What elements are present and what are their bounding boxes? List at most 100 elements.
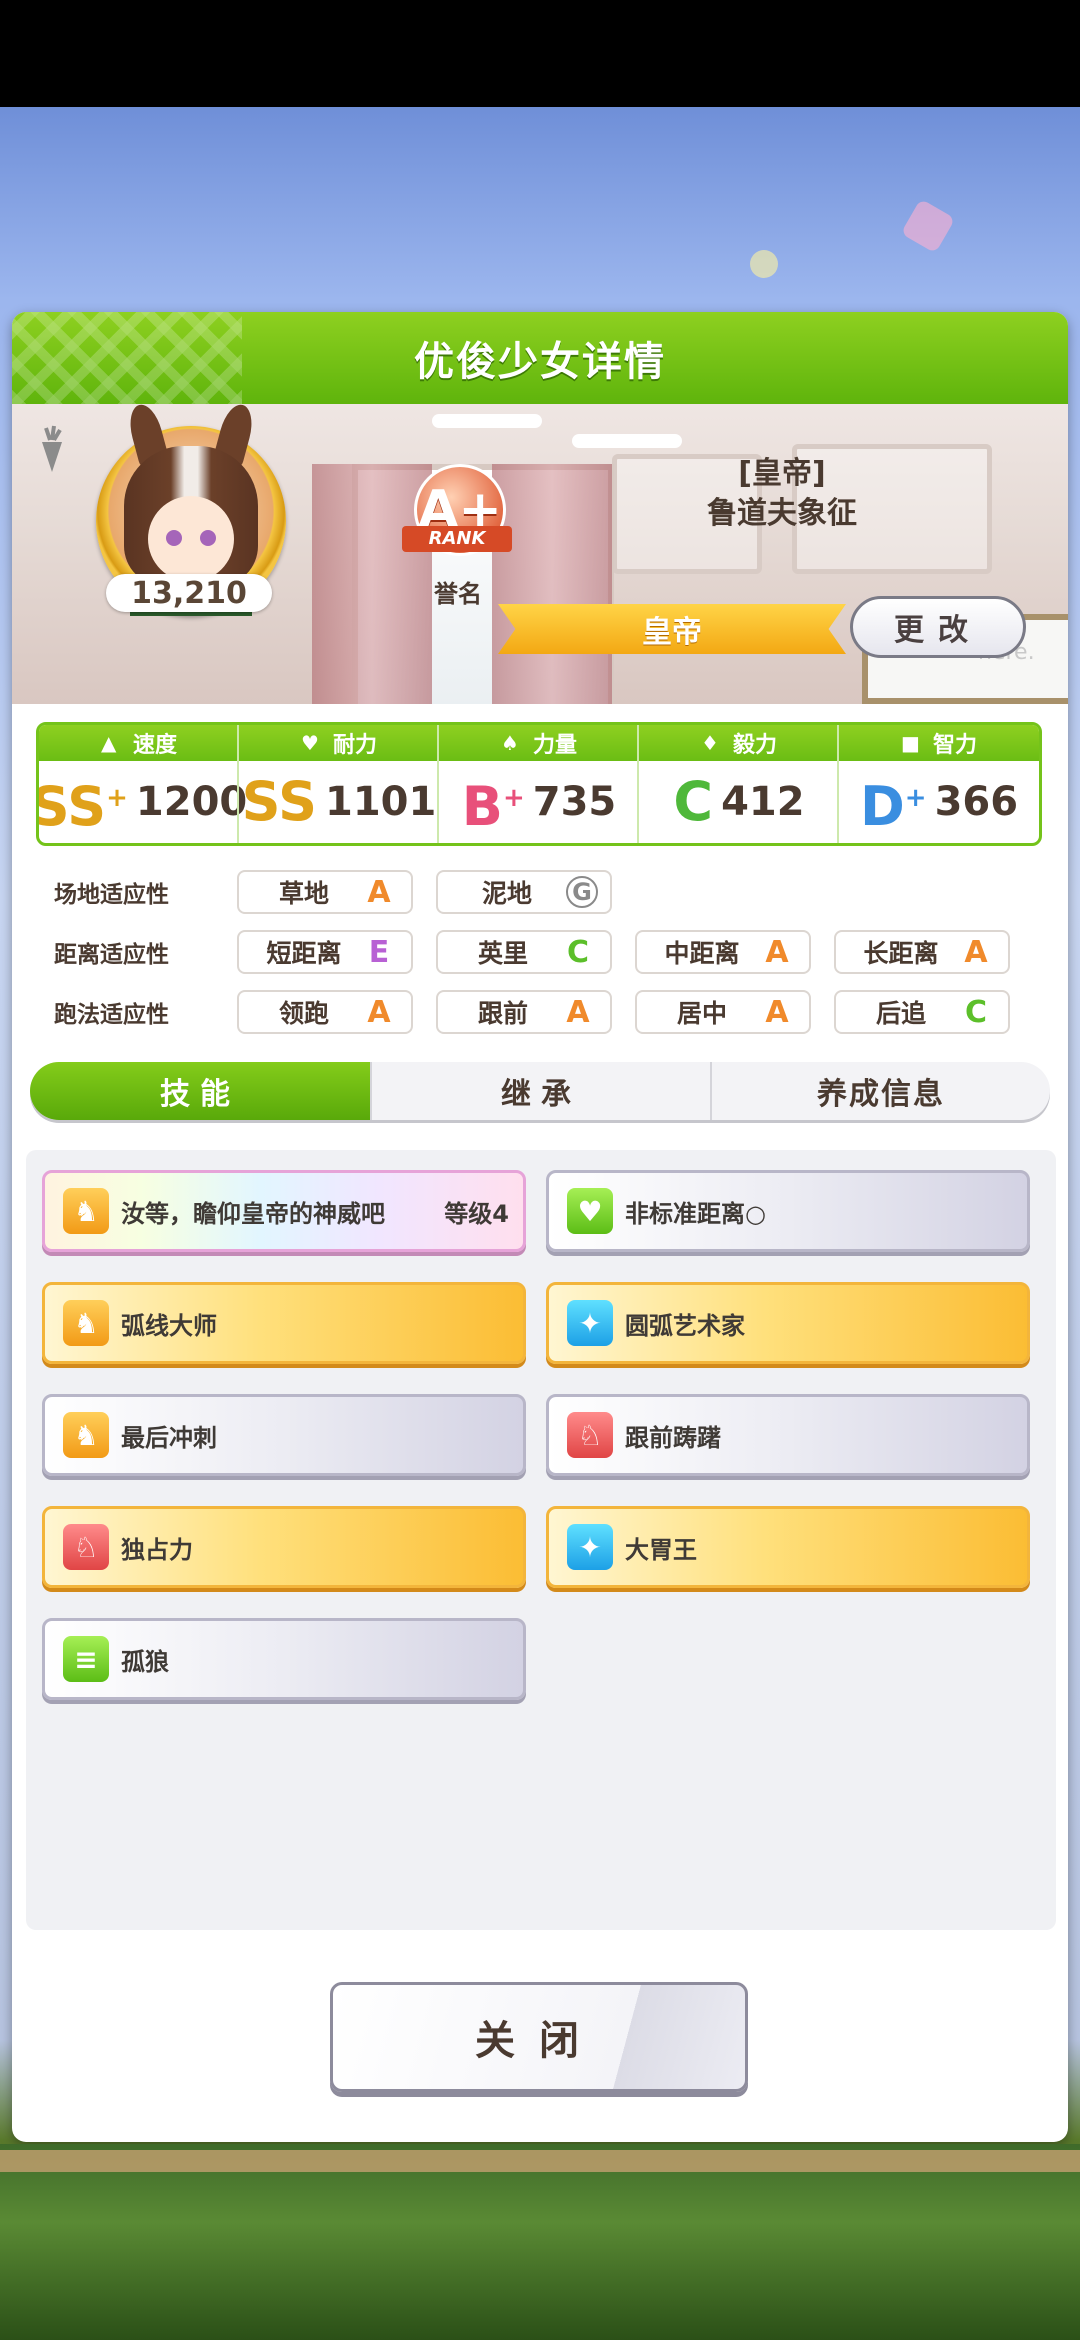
skill-item[interactable]: ♞ 最后冲刺 xyxy=(42,1394,526,1476)
aptitude-medium: 中距离 A xyxy=(635,930,811,974)
aptitude-front: 领跑 A xyxy=(237,990,413,1034)
aptitude-name: 中距离 xyxy=(664,939,740,968)
stat-body: SS+ 1200 xyxy=(36,761,247,843)
aptitude-name: 短距离 xyxy=(266,939,342,968)
skills-list: ♞ 汝等，瞻仰皇帝的神威吧 等级4 ♥ 非标准距离○ ♞ 弧线大师 ✦ 圆弧艺术… xyxy=(26,1150,1056,1930)
change-title-button[interactable]: 更改 xyxy=(850,596,1026,658)
horse-rider-icon: ♞ xyxy=(63,1300,109,1346)
heart-icon: ♥ xyxy=(300,731,319,755)
stat-stamina: ♥ 耐力 SS 1101 xyxy=(239,725,439,843)
graduation-cap-icon: ■ xyxy=(900,731,920,755)
aptitude-name: 泥地 xyxy=(481,879,532,908)
aptitude-label: 距离适应性 xyxy=(54,942,169,968)
skill-item[interactable]: ✦ 圆弧艺术家 xyxy=(546,1282,1030,1364)
rank-badge: A+ RANK xyxy=(400,464,514,564)
aptitude-grade: A xyxy=(964,934,988,970)
stat-label: 速度 xyxy=(132,733,177,758)
stat-label: 智力 xyxy=(932,733,977,758)
skill-item[interactable]: ♘ 跟前踌躇 xyxy=(546,1394,1030,1476)
aptitude-name: 领跑 xyxy=(278,999,329,1028)
skill-item[interactable]: ♞ 汝等，瞻仰皇帝的神威吧 等级4 xyxy=(42,1170,526,1252)
stat-value: 1200 xyxy=(135,779,248,825)
horse-silhouette-icon: ♘ xyxy=(63,1524,109,1570)
track-fence xyxy=(0,2150,1080,2172)
skill-name: 最后冲刺 xyxy=(121,1423,217,1452)
tab-training-info[interactable]: 养成信息 xyxy=(710,1062,1050,1120)
aptitude-grade: A xyxy=(367,994,391,1030)
aptitude-dirt: 泥地 G xyxy=(436,870,612,914)
stat-value: 735 xyxy=(532,779,617,825)
avatar-eye xyxy=(200,530,216,546)
stat-body: B+ 735 xyxy=(439,761,639,843)
document-icon: ≡ xyxy=(63,1636,109,1682)
grass-ground xyxy=(0,2144,1080,2340)
shoe-icon: ▲ xyxy=(100,731,117,755)
aptitude-name: 跟前 xyxy=(477,999,528,1028)
tab-inheritance[interactable]: 继承 xyxy=(370,1062,710,1120)
detail-tabs: 技能 继承 养成信息 xyxy=(30,1062,1050,1120)
stat-label: 力量 xyxy=(532,733,577,758)
skill-item[interactable]: ✦ 大胃王 xyxy=(546,1506,1030,1588)
skill-name: 大胃王 xyxy=(625,1535,697,1564)
title-banner: 皇帝 xyxy=(498,604,846,654)
flame-icon: ♦ xyxy=(700,731,719,755)
aptitude-pace: 跟前 A xyxy=(436,990,612,1034)
aptitude-row-field: 场地适应性 xyxy=(54,869,244,915)
aptitude-grade: E xyxy=(368,934,390,970)
skill-name: 汝等，瞻仰皇帝的神威吧 xyxy=(121,1199,385,1228)
skill-name: 弧线大师 xyxy=(121,1311,217,1340)
aptitude-grade: A xyxy=(765,994,789,1030)
background-sparkle xyxy=(900,198,956,254)
skill-item[interactable]: ♥ 非标准距离○ xyxy=(546,1170,1030,1252)
grade-letter: C xyxy=(673,770,714,833)
ceiling-light xyxy=(432,414,542,428)
skill-name: 圆弧艺术家 xyxy=(625,1311,745,1340)
aptitude-name: 后追 xyxy=(875,999,926,1028)
aptitude-sprint: 短距离 E xyxy=(237,930,413,974)
aptitude-label: 场地适应性 xyxy=(54,882,169,908)
carrot-icon xyxy=(42,425,62,472)
avatar-eye xyxy=(166,530,182,546)
aptitude-grade: C xyxy=(964,994,988,1030)
skill-item[interactable]: ♞ 弧线大师 xyxy=(42,1282,526,1364)
skill-name: 跟前踌躇 xyxy=(625,1423,721,1452)
fan-count: 13,210 xyxy=(106,574,272,612)
aptitude-grade: A xyxy=(367,874,391,910)
stat-header: ■ 智力 xyxy=(839,725,1039,761)
stat-label: 毅力 xyxy=(732,733,777,758)
character-header: here. 13,210 A+ RANK 誉名 [皇帝] 鲁道夫象征 皇帝 更改 xyxy=(12,404,1068,704)
dialog-titlebar: 优俊少女详情 xyxy=(12,312,1068,404)
aptitude-turf: 草地 A xyxy=(237,870,413,914)
skill-item[interactable]: ♘ 独占力 xyxy=(42,1506,526,1588)
aptitude-label: 跑法适应性 xyxy=(54,1002,169,1028)
background-sparkle xyxy=(750,250,778,278)
stat-grade: D+ xyxy=(860,768,927,837)
sparkle-icon: ✦ xyxy=(567,1300,613,1346)
tab-skills[interactable]: 技能 xyxy=(30,1062,370,1120)
skill-item[interactable]: ≡ 孤狼 xyxy=(42,1618,526,1700)
stat-grade: SS xyxy=(242,772,317,832)
aptitude-mile: 英里 C xyxy=(436,930,612,974)
skill-name: 孤狼 xyxy=(121,1647,169,1676)
stat-power: ♠ 力量 B+ 735 xyxy=(439,725,639,843)
stat-body: C 412 xyxy=(639,761,839,843)
stat-header: ♥ 耐力 xyxy=(239,725,439,761)
aptitude-grade: A xyxy=(566,994,590,1030)
stat-grade: B+ xyxy=(462,768,525,837)
aptitude-name: 长距离 xyxy=(863,939,939,968)
horse-rider-icon: ♞ xyxy=(63,1412,109,1458)
close-button[interactable]: 关闭 xyxy=(330,1982,748,2092)
character-epithet-block: [皇帝] 鲁道夫象征 xyxy=(652,454,912,534)
grade-plus: + xyxy=(502,782,525,813)
ceiling-light xyxy=(572,434,682,448)
skill-name: 独占力 xyxy=(121,1535,193,1564)
aptitude-late: 居中 A xyxy=(635,990,811,1034)
stats-panel: ▲ 速度 SS+ 1200 ♥ 耐力 SS 1101 ♠ 力量 B+ 735 ♦ 毅力 C 41… xyxy=(36,722,1042,846)
stat-header: ▲ 速度 xyxy=(39,725,239,761)
stat-value: 1101 xyxy=(325,779,437,825)
aptitude-name: 英里 xyxy=(477,939,528,968)
stat-wisdom: ■ 智力 D+ 366 xyxy=(839,725,1039,843)
grade-letter: SS xyxy=(36,774,107,838)
stat-label: 耐力 xyxy=(332,733,377,758)
grade-letter: D xyxy=(859,774,905,838)
